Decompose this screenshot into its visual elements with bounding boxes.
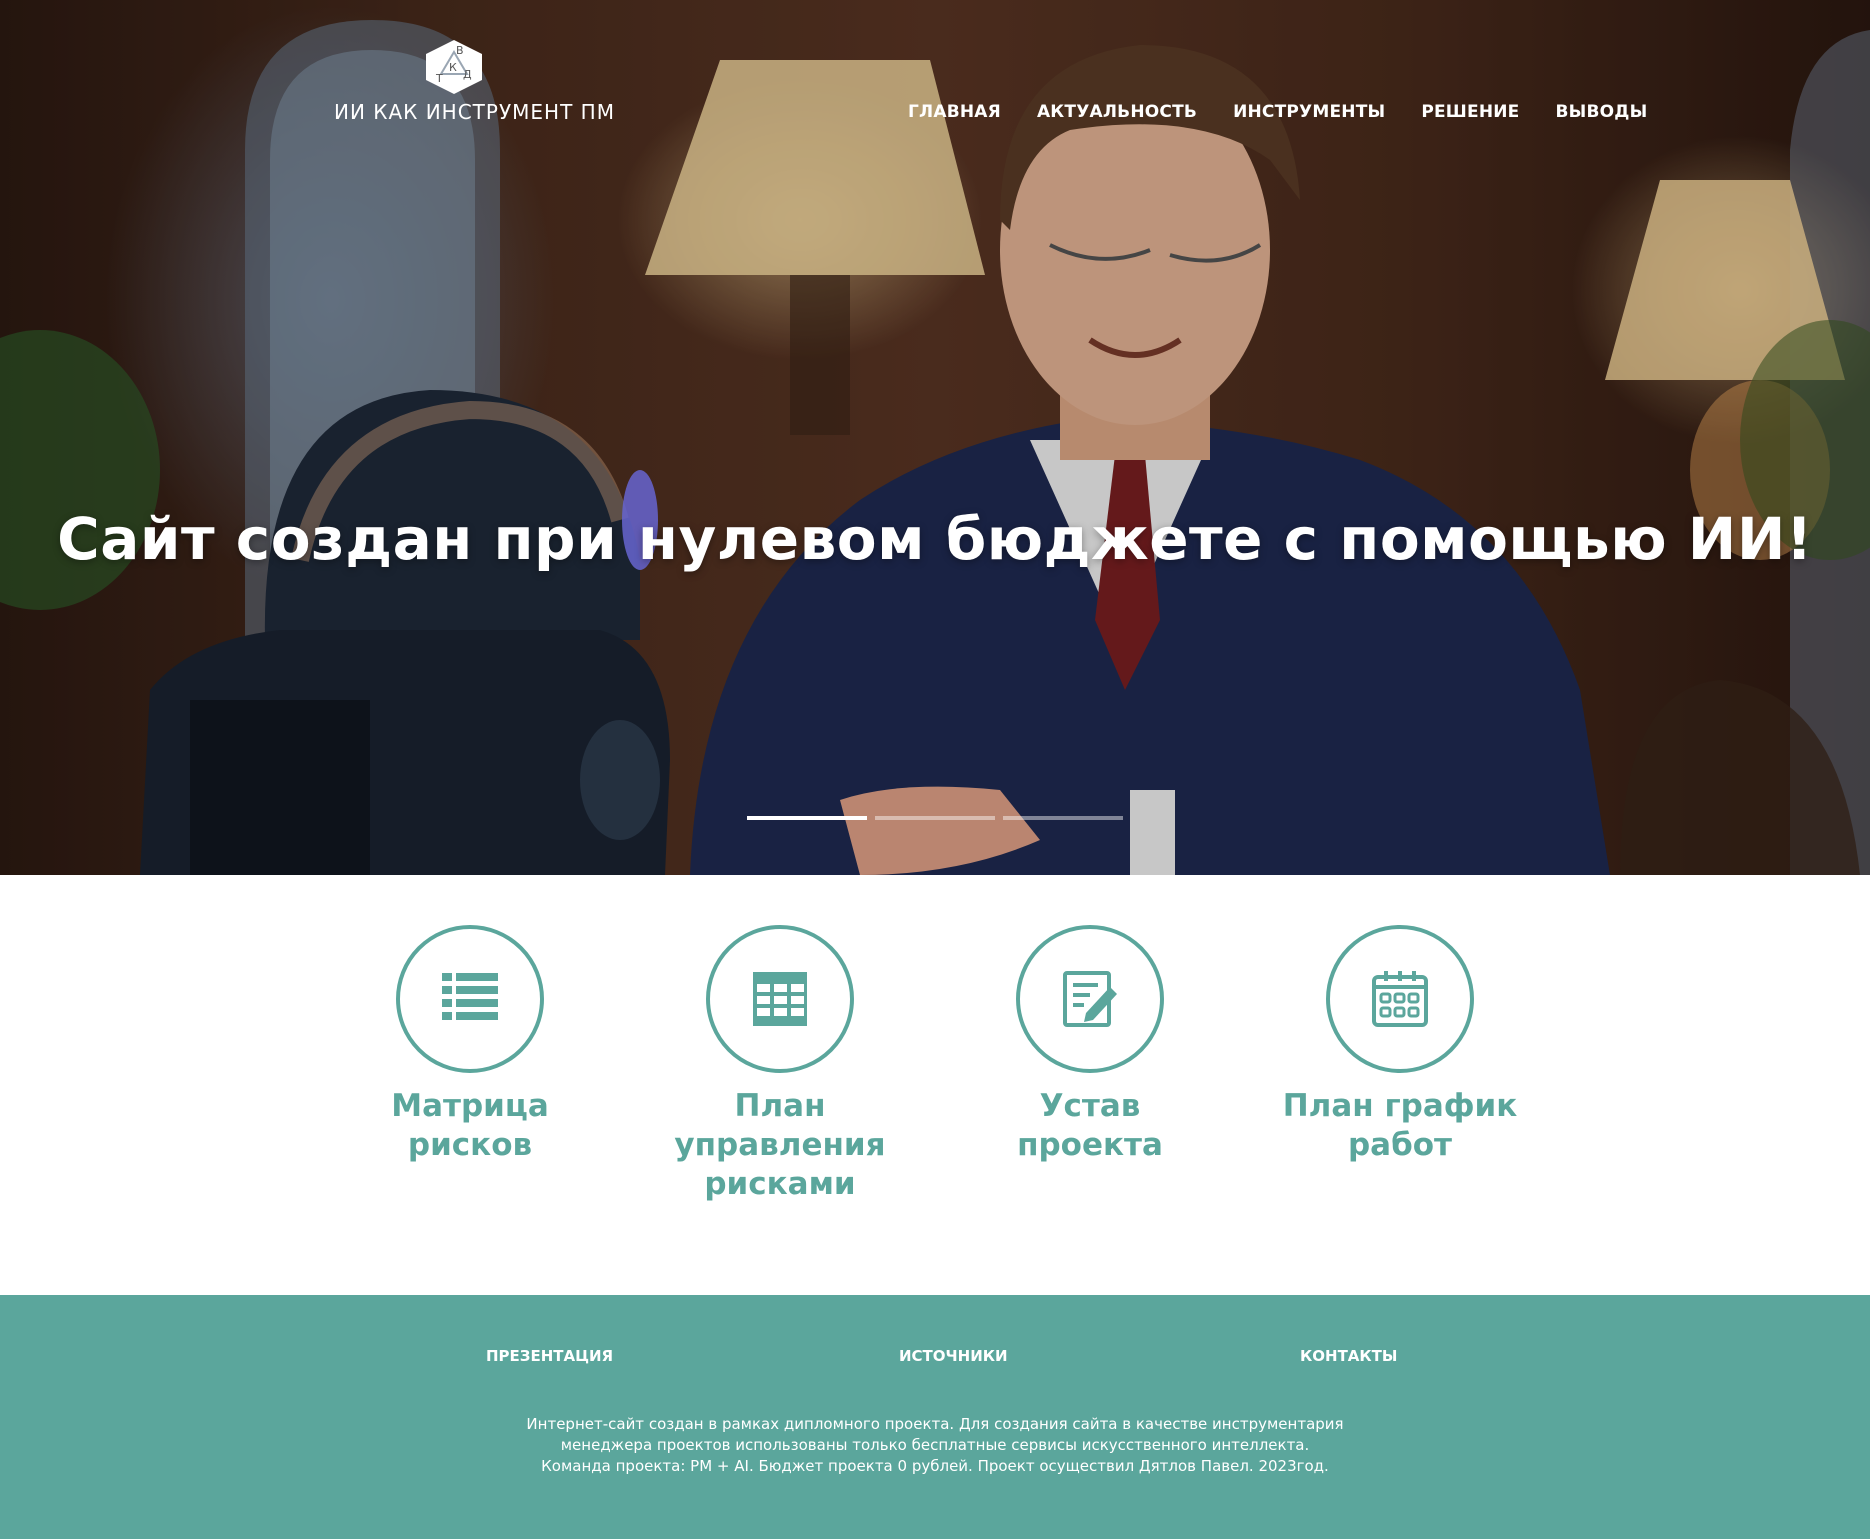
footer-text-line: менеджера проектов использованы только б…	[560, 1436, 1310, 1454]
hero-overlay	[0, 0, 1870, 875]
grid-table-icon	[753, 972, 807, 1026]
footer-text-line: Интернет-сайт создан в рамках дипломного…	[526, 1415, 1344, 1433]
footer-text-line: Команда проекта: PM + AI. Бюджет проекта…	[541, 1457, 1329, 1475]
footer-link-sources[interactable]: ИСТОЧНИКИ	[899, 1347, 1008, 1365]
feature-project-charter[interactable]: Устав проекта	[970, 925, 1210, 1165]
footer-link-contacts[interactable]: КОНТАКТЫ	[1300, 1347, 1397, 1365]
logo-hexagon-icon: В К Т Д	[426, 40, 482, 94]
slide-indicator-1[interactable]	[747, 816, 867, 820]
calendar-icon	[1372, 971, 1428, 1027]
document-edit-icon	[1063, 971, 1117, 1027]
svg-text:К: К	[449, 61, 457, 74]
site-footer: ПРЕЗЕНТАЦИЯ ИСТОЧНИКИ КОНТАКТЫ Интернет-…	[0, 1295, 1870, 1539]
logo-text: ИИ КАК ИНСТРУМЕНТ ПМ	[334, 100, 615, 124]
site-logo[interactable]: В К Т Д ИИ КАК ИНСТРУМЕНТ ПМ	[334, 38, 615, 128]
svg-text:Д: Д	[463, 68, 472, 81]
feature-icon-circle[interactable]	[396, 925, 544, 1073]
feature-label[interactable]: План управления рисками	[660, 1087, 900, 1204]
feature-risk-matrix[interactable]: Матрица рисков	[350, 925, 590, 1165]
list-table-icon	[442, 973, 498, 1020]
nav-item-conclusions[interactable]: ВЫВОДЫ	[1555, 102, 1647, 122]
feature-work-schedule[interactable]: План график работ	[1280, 925, 1520, 1165]
footer-link-presentation[interactable]: ПРЕЗЕНТАЦИЯ	[486, 1347, 613, 1365]
feature-icon-circle[interactable]	[1016, 925, 1164, 1073]
feature-icon-circle[interactable]	[706, 925, 854, 1073]
main-navigation: ГЛАВНАЯ АКТУАЛЬНОСТЬ ИНСТРУМЕНТЫ РЕШЕНИЕ…	[908, 102, 1647, 122]
feature-icon-circle[interactable]	[1326, 925, 1474, 1073]
nav-item-solution[interactable]: РЕШЕНИЕ	[1421, 102, 1519, 122]
feature-label[interactable]: Матрица рисков	[350, 1087, 590, 1165]
feature-risk-management-plan[interactable]: План управления рисками	[660, 925, 900, 1204]
footer-description: Интернет-сайт создан в рамках дипломного…	[0, 1414, 1870, 1477]
hero-slider: В К Т Д ИИ КАК ИНСТРУМЕНТ ПМ ГЛАВНАЯ АКТ…	[0, 0, 1870, 875]
svg-text:Т: Т	[435, 72, 443, 85]
svg-text:В: В	[456, 44, 464, 57]
feature-label[interactable]: Устав проекта	[970, 1087, 1210, 1165]
nav-item-relevance[interactable]: АКТУАЛЬНОСТЬ	[1037, 102, 1197, 122]
tools-section: Матрица рисков План управления рисками У…	[0, 875, 1870, 1295]
slide-indicator-2[interactable]	[875, 816, 995, 820]
slider-indicators	[747, 816, 1123, 820]
nav-item-tools[interactable]: ИНСТРУМЕНТЫ	[1233, 102, 1385, 122]
feature-label[interactable]: План график работ	[1280, 1087, 1520, 1165]
nav-item-home[interactable]: ГЛАВНАЯ	[908, 102, 1001, 122]
hero-title: Сайт создан при нулевом бюджете с помощь…	[57, 505, 1813, 573]
slide-indicator-3[interactable]	[1003, 816, 1123, 820]
